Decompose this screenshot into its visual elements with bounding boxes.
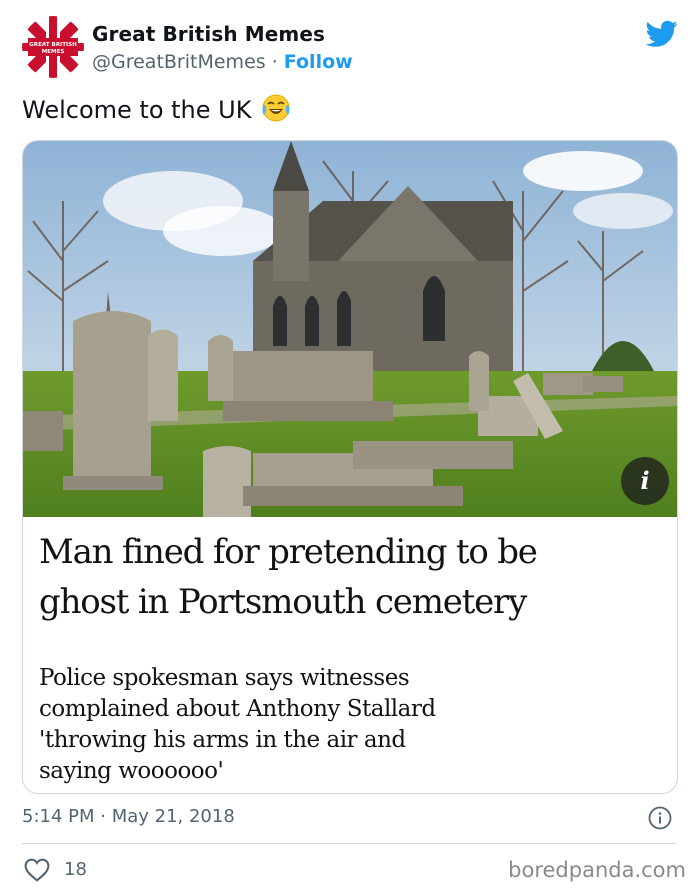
svg-text:MEMES: MEMES [42,49,65,55]
avatar[interactable]: GREAT BRITISH MEMES [22,16,84,78]
twitter-bird-icon[interactable] [646,20,678,48]
info-icon[interactable] [648,806,672,830]
article-headline[interactable]: Man fined for pretending to be ghost in … [39,527,659,627]
standfirst-line: 'throwing his arms in the air and [39,727,406,753]
headline-line: ghost in Portsmouth cemetery [39,582,527,622]
article-card[interactable]: i Man fined for pretending to be ghost i… [22,140,678,794]
laughing-tears-emoji-icon [262,94,290,122]
separator: · [271,51,278,73]
heart-icon[interactable] [24,858,50,882]
tweet-header: GREAT BRITISH MEMES Great British Memes … [22,16,682,80]
follow-button[interactable]: Follow [284,51,353,73]
standfirst-line: Police spokesman says witnesses [39,665,410,691]
cemetery-photo [23,141,677,517]
svg-text:GREAT BRITISH: GREAT BRITISH [29,42,77,48]
account-handle[interactable]: @GreatBritMemes [92,51,266,73]
standfirst-line: saying woooooo' [39,758,224,784]
like-count: 18 [64,859,87,880]
article-standfirst: Police spokesman says witnesses complain… [39,663,639,787]
standfirst-line: complained about Anthony Stallard [39,696,436,722]
divider [22,843,676,844]
tweet-timestamp[interactable]: 5:14 PM · May 21, 2018 [22,806,235,827]
tweet-text-row: Welcome to the UK [22,93,291,124]
image-info-button[interactable]: i [621,457,669,505]
handle-line: @GreatBritMemes · Follow [92,51,353,73]
watermark: boredpanda.com [508,858,686,882]
union-jack-icon: GREAT BRITISH MEMES [22,16,84,78]
headline-line: Man fined for pretending to be [39,532,538,572]
tweet-text: Welcome to the UK [22,96,252,124]
account-name[interactable]: Great British Memes [92,22,325,46]
